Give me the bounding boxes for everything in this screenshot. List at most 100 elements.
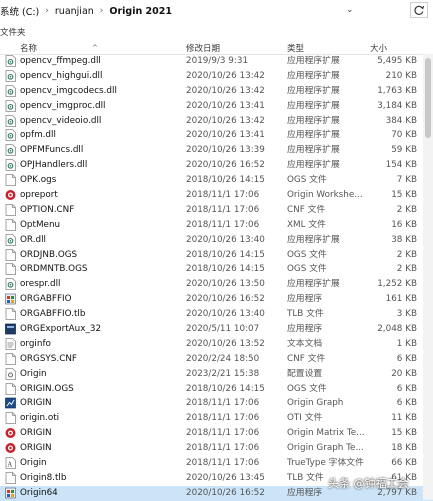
file-row[interactable]: OptMenu 2018/11/1 17:06 XML 文件 16 KB bbox=[0, 218, 433, 233]
file-size: 2,048 KB bbox=[377, 324, 417, 335]
file-row[interactable]: opreport 2018/11/1 17:06 Origin Workshe...… bbox=[0, 188, 433, 203]
file-type: 应用程序 bbox=[287, 487, 323, 498]
file-row[interactable]: ORDMNTB.OGS 2018/10/26 14:15 OGS 文件 2 KB bbox=[0, 262, 433, 277]
file-list: opencv_ffmpeg.dll 2019/9/3 9:31 应用程序扩展 5,49… bbox=[0, 54, 433, 501]
file-name: ORDMNTB.OGS bbox=[20, 264, 88, 275]
file-row[interactable]: opencv_highgui.dll 2020/10/26 13:42 应用程序扩展… bbox=[0, 69, 433, 84]
file-row[interactable]: A Origin 2018/11/1 17:06 TrueType 字体文件 66 KB bbox=[0, 456, 433, 471]
file-name: ORIGIN bbox=[20, 443, 52, 454]
file-row[interactable]: OPTION.CNF 2018/11/1 17:06 CNF 文件 2 KB bbox=[0, 203, 433, 218]
file-type: 应用程序扩展 bbox=[287, 100, 340, 111]
file-row[interactable]: OPJHandlers.dll 2020/10/26 16:52 应用程序扩展 154… bbox=[0, 158, 433, 173]
column-header-size[interactable]: 大小 bbox=[370, 42, 387, 54]
file-date: 2018/11/1 17:06 bbox=[186, 219, 260, 230]
column-header-name[interactable]: 名称 bbox=[20, 42, 37, 54]
file-row[interactable]: ORGSYS.CNF 2020/2/24 18:50 CNF 文件 6 KB bbox=[0, 352, 433, 367]
file-type: OGS 文件 bbox=[287, 249, 327, 260]
scrollbar-thumb[interactable] bbox=[425, 58, 431, 138]
file-size: 2 KB bbox=[396, 204, 417, 215]
file-row[interactable]: orginfo 2020/10/26 13:52 文本文档 1 KB bbox=[0, 337, 433, 352]
file-row[interactable]: ORGABFFIO.tlb 2020/10/26 13:40 TLB 文件 3 KB bbox=[0, 307, 433, 322]
file-row[interactable]: opfm.dll 2020/10/26 13:41 应用程序扩展 70 KB bbox=[0, 128, 433, 143]
file-name: opencv_videoio.dll bbox=[20, 115, 102, 126]
file-name: OR.dll bbox=[20, 234, 46, 245]
file-row[interactable]: ORDJNB.OGS 2018/10/26 14:15 OGS 文件 2 KB bbox=[0, 248, 433, 263]
file-name: orespr.dll bbox=[20, 279, 61, 290]
file-size: 6 KB bbox=[396, 398, 417, 409]
file-size: 6 KB bbox=[396, 383, 417, 394]
file-row[interactable]: ORIGIN.OGS 2018/10/26 14:15 OGS 文件 6 KB bbox=[0, 382, 433, 397]
file-date: 2020/10/26 13:41 bbox=[186, 100, 265, 111]
file-date: 2023/2/21 15:38 bbox=[186, 368, 260, 379]
file-size: 59 KB bbox=[391, 145, 417, 156]
file-row[interactable]: ORIGIN 2018/11/1 17:06 Origin Graph Te... 1… bbox=[0, 441, 433, 456]
file-size: 1 KB bbox=[396, 338, 417, 349]
file-row[interactable]: OPK.ogs 2018/10/26 14:15 OGS 文件 7 KB bbox=[0, 173, 433, 188]
file-name: ORIGIN bbox=[20, 428, 52, 439]
file-row[interactable]: opencv_videoio.dll 2020/10/26 13:42 应用程序扩展… bbox=[0, 114, 433, 129]
file-date: 2020/10/26 16:52 bbox=[186, 294, 265, 305]
file-name: ORIGIN bbox=[20, 398, 52, 409]
file-row[interactable]: Origin 2023/2/21 15:38 配置设置 20 KB bbox=[0, 367, 433, 382]
file-type: TrueType 字体文件 bbox=[287, 458, 364, 469]
file-row[interactable]: OPFMFuncs.dll 2020/10/26 13:39 应用程序扩展 59 KB bbox=[0, 143, 433, 158]
file-date: 2020/10/26 13:40 bbox=[186, 234, 265, 245]
file-date: 2020/10/26 13:52 bbox=[186, 338, 265, 349]
file-name: orginfo bbox=[20, 338, 51, 349]
file-date: 2018/10/26 14:15 bbox=[186, 264, 265, 275]
file-name: opencv_imgcodecs.dll bbox=[20, 85, 117, 96]
column-header-type[interactable]: 类型 bbox=[287, 42, 304, 54]
file-date: 2018/11/1 17:06 bbox=[186, 458, 260, 469]
file-type: 配置设置 bbox=[287, 368, 323, 379]
file-type: 应用程序扩展 bbox=[287, 145, 340, 156]
file-name: ORGExportAux_32 bbox=[20, 324, 102, 335]
file-type: 应用程序 bbox=[287, 294, 323, 305]
file-type: 应用程序扩展 bbox=[287, 56, 340, 66]
file-type: 应用程序扩展 bbox=[287, 70, 340, 81]
file-size: 18 KB bbox=[391, 443, 417, 454]
file-size: 15 KB bbox=[391, 428, 417, 439]
file-date: 2018/11/1 17:06 bbox=[186, 190, 260, 201]
file-row[interactable]: opencv_imgproc.dll 2020/10/26 13:41 应用程序扩展… bbox=[0, 99, 433, 114]
file-date: 2020/2/24 18:50 bbox=[186, 353, 260, 364]
folder-label: 文件夹 bbox=[0, 28, 26, 38]
file-row[interactable]: ORGABFFIO 2020/10/26 16:52 应用程序 161 KB bbox=[0, 292, 433, 307]
file-size: 5,495 KB bbox=[377, 56, 417, 66]
address-bar[interactable]: 系统 (C:) › ruanjian › Origin 2021 ⌄ bbox=[0, 0, 433, 22]
file-type: OTI 文件 bbox=[287, 413, 323, 424]
refresh-icon[interactable] bbox=[410, 2, 428, 18]
file-name: origin.oti bbox=[20, 413, 60, 424]
file-date: 2018/10/26 14:15 bbox=[186, 249, 265, 260]
file-size: 70 KB bbox=[391, 130, 417, 141]
file-date: 2020/10/26 16:52 bbox=[186, 487, 265, 498]
file-type: 应用程序 bbox=[287, 324, 323, 335]
file-date: 2020/10/26 13:39 bbox=[186, 145, 265, 156]
file-size: 7 KB bbox=[396, 175, 417, 186]
file-row[interactable]: ORIGIN 2018/11/1 17:06 Origin Matrix Te...… bbox=[0, 426, 433, 441]
file-type: OGS 文件 bbox=[287, 264, 327, 275]
file-size: 2 KB bbox=[396, 264, 417, 275]
file-name: Origin64 bbox=[20, 487, 58, 498]
file-type: 应用程序扩展 bbox=[287, 279, 340, 290]
file-date: 2020/10/26 13:42 bbox=[186, 85, 265, 96]
file-date: 2020/10/26 13:45 bbox=[186, 472, 265, 483]
file-row[interactable]: opencv_imgcodecs.dll 2020/10/26 13:42 应用程序… bbox=[0, 84, 433, 99]
file-row[interactable]: opencv_ffmpeg.dll 2019/9/3 9:31 应用程序扩展 5,49… bbox=[0, 54, 433, 69]
column-header-date[interactable]: 修改日期 bbox=[186, 42, 220, 54]
file-date: 2019/9/3 9:31 bbox=[186, 56, 249, 66]
file-row[interactable]: ORIGIN 2018/11/1 17:06 Origin Graph 6 KB bbox=[0, 396, 433, 411]
file-name: opencv_imgproc.dll bbox=[20, 100, 106, 111]
file-row[interactable]: orespr.dll 2020/10/26 13:50 应用程序扩展 1,252 KB bbox=[0, 277, 433, 292]
breadcrumb-item-drive[interactable]: 系统 (C:) bbox=[0, 4, 39, 18]
file-row[interactable]: OR.dll 2020/10/26 13:40 应用程序扩展 38 KB bbox=[0, 233, 433, 248]
file-size: 161 KB bbox=[385, 294, 417, 305]
file-row[interactable]: origin.oti 2018/11/1 17:06 OTI 文件 11 KB bbox=[0, 411, 433, 426]
file-date: 2018/11/1 17:06 bbox=[186, 413, 260, 424]
vertical-scrollbar[interactable] bbox=[423, 54, 433, 500]
file-type: OGS 文件 bbox=[287, 383, 327, 394]
file-row[interactable]: ORGExportAux_32 2020/5/11 10:07 应用程序 2,048 … bbox=[0, 322, 433, 337]
chevron-right-icon: › bbox=[99, 6, 104, 16]
breadcrumb-item-folder[interactable]: ruanjian bbox=[55, 6, 94, 17]
breadcrumb-item-current[interactable]: Origin 2021 bbox=[109, 6, 172, 17]
chevron-down-icon[interactable]: ⌄ bbox=[346, 5, 354, 15]
